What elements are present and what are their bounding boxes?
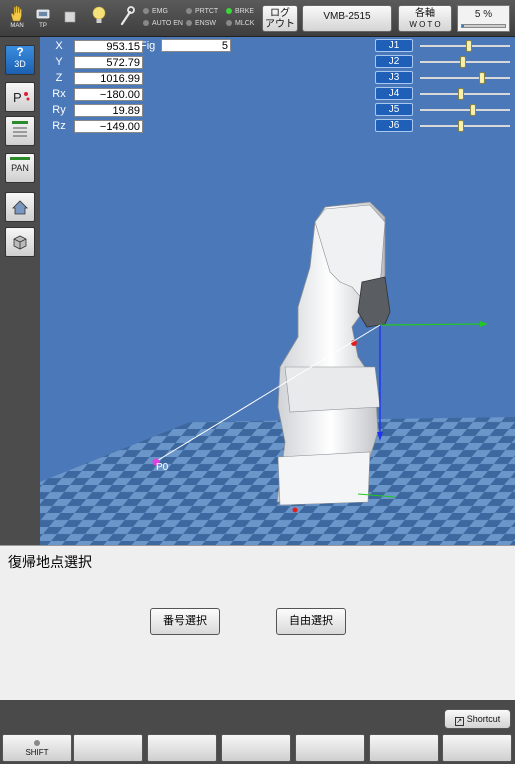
joint-j2-slider[interactable] <box>420 56 510 68</box>
home-icon <box>12 200 28 215</box>
function-key-5[interactable] <box>295 734 365 762</box>
joint-j6-thumb[interactable] <box>457 120 464 132</box>
coord-z-value: 1016.99 <box>74 72 143 85</box>
speed-bar <box>461 24 506 28</box>
speed-indicator[interactable]: 5 % <box>457 5 510 32</box>
shortcut-button[interactable]: ↗ Shortcut <box>444 709 511 729</box>
joint-j6-slider[interactable] <box>420 120 510 132</box>
function-key-7[interactable] <box>442 734 512 762</box>
joint-j2-thumb[interactable] <box>460 56 467 68</box>
coord-rx-value: −180.00 <box>74 88 143 101</box>
shift-key[interactable]: SHIFT <box>2 734 72 762</box>
joint-j4-thumb[interactable] <box>457 88 464 100</box>
coord-x-value: 953.15 <box>74 40 143 53</box>
list-view-button[interactable] <box>5 116 35 146</box>
joint-j3-slider[interactable] <box>420 72 510 84</box>
object-view-button[interactable] <box>5 227 35 257</box>
ensw-indicator-icon <box>186 20 192 27</box>
joint-j1-thumb[interactable] <box>466 40 473 52</box>
wrench-icon[interactable] <box>114 4 140 34</box>
status-group-3: BRKE MLCK <box>226 6 254 30</box>
joint-j5-slider[interactable] <box>420 104 510 116</box>
point-edit-icon: P <box>13 90 30 105</box>
joint-j3-button[interactable]: J3 <box>375 71 413 84</box>
mlck-indicator-icon <box>226 20 232 27</box>
status-group-1: EMG AUTO EN <box>143 6 183 30</box>
brke-indicator-icon <box>226 8 232 15</box>
autoen-indicator-icon <box>143 20 149 27</box>
status-autoen: AUTO EN <box>143 18 183 30</box>
shortcut-icon: ↗ <box>454 717 464 726</box>
joint-j4-button[interactable]: J4 <box>375 87 413 100</box>
joint-j6-button[interactable]: J6 <box>375 119 413 132</box>
speed-bar-fill <box>462 25 465 27</box>
robot-3d-viewport[interactable]: P0 X 953.15 Y 572.79 Z 1016.99 Rx −180.00 Ry… <box>40 37 515 545</box>
coord-ry-value: 19.89 <box>74 104 143 117</box>
joint-j1-row: J1 <box>375 39 510 53</box>
fig-value: 5 <box>161 39 231 52</box>
joint-j4-row: J4 <box>375 87 510 101</box>
number-select-button[interactable]: 番号選択 <box>150 608 220 635</box>
logout-button[interactable]: ログ アウト <box>262 5 298 32</box>
view-3d-button[interactable]: ? 3D <box>5 45 35 75</box>
prtct-indicator-icon <box>186 8 192 15</box>
point-edit-button[interactable]: P <box>5 82 35 112</box>
joint-j2-button[interactable]: J2 <box>375 55 413 68</box>
function-key-6[interactable] <box>369 734 439 762</box>
free-select-button[interactable]: 自由選択 <box>276 608 346 635</box>
p0-label: P0 <box>156 462 169 473</box>
left-toolbar: ? 3D P PAN <box>0 37 40 545</box>
teach-pendant-icon[interactable]: TP <box>30 4 56 34</box>
status-group-2: PRTCT ENSW <box>186 6 218 30</box>
status-ensw: ENSW <box>186 18 218 30</box>
joint-j5-thumb[interactable] <box>470 104 477 116</box>
help-icon: ? <box>16 45 24 59</box>
status-brke: BRKE <box>226 6 254 18</box>
top-toolbar: MAN TP EMG AUTO EN PRTCT ENSW BRKE MLCK … <box>0 0 515 37</box>
function-key-4[interactable] <box>221 734 291 762</box>
function-key-3[interactable] <box>147 734 217 762</box>
emg-indicator-icon <box>143 8 149 15</box>
axis-mode-button[interactable]: 各軸 W O T O <box>398 5 452 32</box>
joint-j2-row: J2 <box>375 55 510 69</box>
lightbulb-icon[interactable] <box>86 4 112 34</box>
hand-icon[interactable]: MAN <box>4 4 30 34</box>
floor-grid <box>40 417 515 545</box>
recovery-point-panel: 復帰地点選択 番号選択 自由選択 <box>0 545 515 700</box>
joint-j3-row: J3 <box>375 71 510 85</box>
fig-label: Fig <box>140 40 156 52</box>
tp-label: TP <box>39 23 47 29</box>
joint-j3-thumb[interactable] <box>478 72 485 84</box>
panel-title: 復帰地点選択 <box>8 554 92 570</box>
shift-indicator-icon <box>34 740 40 746</box>
cube-icon <box>13 235 27 250</box>
mode-label: MAN <box>10 23 24 29</box>
list-icon <box>12 121 28 137</box>
function-key-bar: ↗ Shortcut SHIFT <box>0 700 515 764</box>
joint-j1-button[interactable]: J1 <box>375 39 413 52</box>
coord-rz-value: −149.00 <box>74 120 143 133</box>
base-marker <box>292 507 298 513</box>
svg-text:P: P <box>13 90 22 105</box>
speed-value: 5 % <box>474 9 493 20</box>
joint-j1-slider[interactable] <box>420 40 510 52</box>
joint-j5-row: J5 <box>375 103 510 117</box>
joint-j5-button[interactable]: J5 <box>375 103 413 116</box>
joint-j4-slider[interactable] <box>420 88 510 100</box>
coord-y-value: 572.79 <box>74 56 143 69</box>
pan-button[interactable]: PAN <box>5 153 35 183</box>
status-mlck: MLCK <box>226 18 254 30</box>
function-key-2[interactable] <box>73 734 143 762</box>
y-axis-line <box>379 323 481 326</box>
stop-icon[interactable] <box>57 4 83 34</box>
home-button[interactable] <box>5 192 35 222</box>
status-emg: EMG <box>143 6 183 18</box>
robot-model-button[interactable]: VMB-2515 <box>302 5 392 32</box>
status-prtct: PRTCT <box>186 6 218 18</box>
joint-j6-row: J6 <box>375 119 510 133</box>
